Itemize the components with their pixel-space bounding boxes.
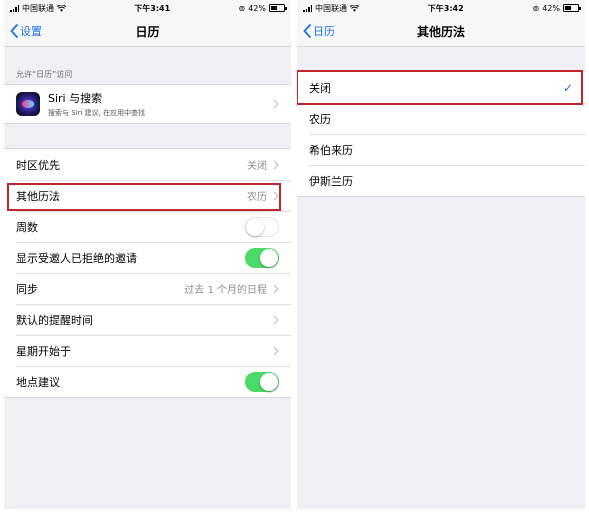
calendar-options-group: 时区优先 关闭 其他历法 农历 周数 显示受邀人已拒绝的邀请 同步 过去 1 个…: [4, 148, 291, 398]
location-suggestions-row: 地点建议: [4, 366, 291, 397]
navigation-bar: 设置 日历: [4, 16, 291, 47]
status-time: 下午3:41: [134, 3, 171, 13]
show-declined-label: 显示受邀人已拒绝的邀请: [16, 251, 137, 265]
option-off-label: 关闭: [309, 81, 331, 95]
chevron-right-icon: [273, 284, 279, 293]
battery-percent: 42%: [542, 3, 560, 13]
page-title: 日历: [135, 24, 160, 39]
other-calendars-value: 农历: [247, 192, 267, 203]
navigation-bar: 日历 其他历法: [297, 16, 585, 47]
siri-search-row[interactable]: Siri 与搜索 搜索与 Siri 建议, 在应用中查找: [4, 85, 291, 123]
default-alert-row[interactable]: 默认的提醒时间: [4, 304, 291, 335]
week-numbers-toggle[interactable]: [245, 216, 279, 237]
calendar-settings-screen: 中国联通 下午3:41 ⊚ 42% 设置 日历 允许“日历”访问 Siri 与搜…: [4, 0, 291, 509]
option-off-row[interactable]: 关闭 ✓: [297, 72, 585, 103]
status-bar: 中国联通 下午3:42 ⊚ 42%: [297, 0, 585, 16]
sync-value: 过去 1 个月的日程: [184, 285, 267, 296]
option-hebrew-label: 希伯来历: [309, 143, 353, 157]
back-button-label: 日历: [313, 25, 335, 38]
week-start-row[interactable]: 星期开始于: [4, 335, 291, 366]
siri-group: Siri 与搜索 搜索与 Siri 建议, 在应用中查找: [4, 84, 291, 124]
back-button[interactable]: 日历: [303, 16, 335, 46]
sync-label: 同步: [16, 282, 38, 296]
rotation-lock-icon: ⊚: [238, 3, 246, 13]
chevron-left-icon: [10, 24, 18, 38]
signal-icon: [10, 4, 19, 12]
siri-subtitle: 搜索与 Siri 建议, 在应用中查找: [48, 109, 146, 117]
battery-icon: [562, 4, 581, 12]
chevron-right-icon: [273, 346, 279, 355]
timezone-override-label: 时区优先: [16, 158, 60, 172]
status-time: 下午3:42: [427, 3, 464, 13]
week-start-label: 星期开始于: [16, 344, 71, 358]
show-declined-row: 显示受邀人已拒绝的邀请: [4, 242, 291, 273]
default-alert-label: 默认的提醒时间: [16, 313, 93, 327]
checkmark-icon: ✓: [562, 80, 573, 95]
siri-title: Siri 与搜索: [48, 92, 103, 105]
sync-row[interactable]: 同步 过去 1 个月的日程: [4, 273, 291, 304]
wifi-icon: [350, 4, 359, 12]
option-islamic-row[interactable]: 伊斯兰历: [297, 165, 585, 196]
section-header-access: 允许“日历”访问: [16, 70, 73, 79]
timezone-override-row[interactable]: 时区优先 关闭: [4, 149, 291, 180]
other-calendars-screen: 中国联通 下午3:42 ⊚ 42% 日历 其他历法 关闭 ✓ 农历 希伯来历 伊…: [297, 0, 585, 509]
week-numbers-row: 周数: [4, 211, 291, 242]
chevron-right-icon: [273, 315, 279, 324]
back-button-label: 设置: [20, 25, 42, 38]
option-chinese-row[interactable]: 农历: [297, 103, 585, 134]
siri-icon: [16, 92, 40, 116]
week-numbers-label: 周数: [16, 220, 38, 234]
signal-icon: [303, 4, 312, 12]
location-suggestions-label: 地点建议: [16, 375, 60, 389]
status-bar: 中国联通 下午3:41 ⊚ 42%: [4, 0, 291, 16]
chevron-right-icon: [273, 191, 279, 200]
carrier-label: 中国联通: [22, 3, 54, 13]
page-title: 其他历法: [416, 24, 465, 39]
battery-icon: [268, 4, 287, 12]
chevron-right-icon: [273, 99, 279, 109]
location-suggestions-toggle[interactable]: [245, 371, 279, 392]
wifi-icon: [57, 4, 66, 12]
other-calendars-label: 其他历法: [16, 189, 60, 203]
rotation-lock-icon: ⊚: [532, 3, 540, 13]
back-button[interactable]: 设置: [10, 16, 42, 46]
show-declined-toggle[interactable]: [245, 247, 279, 268]
battery-percent: 42%: [248, 3, 266, 13]
chevron-right-icon: [273, 160, 279, 169]
option-hebrew-row[interactable]: 希伯来历: [297, 134, 585, 165]
calendar-type-list: 关闭 ✓ 农历 希伯来历 伊斯兰历: [297, 71, 585, 197]
other-calendars-row[interactable]: 其他历法 农历: [4, 180, 291, 211]
option-chinese-label: 农历: [309, 112, 331, 126]
timezone-override-value: 关闭: [247, 161, 267, 172]
chevron-left-icon: [303, 24, 311, 38]
option-islamic-label: 伊斯兰历: [309, 174, 353, 188]
carrier-label: 中国联通: [315, 3, 347, 13]
